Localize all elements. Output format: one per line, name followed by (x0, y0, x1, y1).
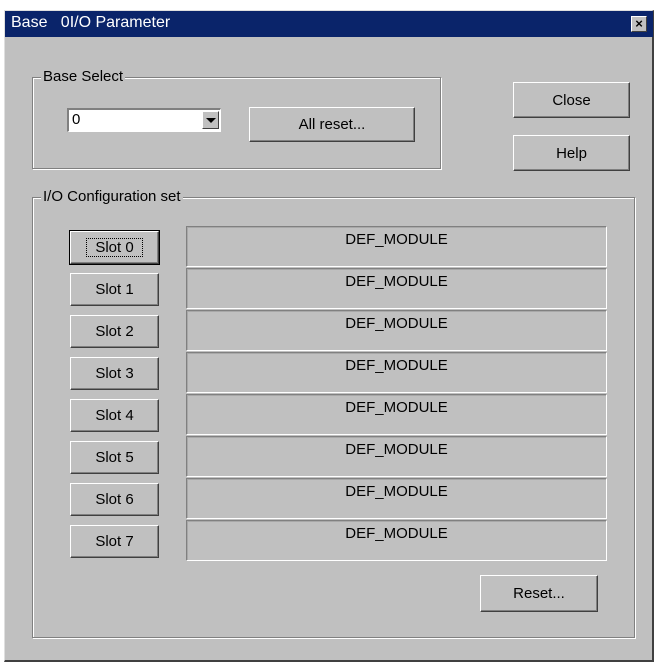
slot-0-module-field: DEF_MODULE (186, 226, 607, 267)
slot-5-button[interactable]: Slot 5 (70, 441, 159, 474)
reset-button[interactable]: Reset... (480, 575, 598, 612)
slot-4-button[interactable]: Slot 4 (70, 399, 159, 432)
slot-1-label: Slot 1 (95, 281, 134, 298)
help-button[interactable]: Help (513, 135, 630, 171)
base-select-dropdown[interactable]: 0 (67, 108, 221, 132)
close-button[interactable]: Close (513, 82, 630, 118)
slot-7-label: Slot 7 (95, 533, 134, 550)
all-reset-button[interactable]: All reset... (249, 107, 415, 142)
slot-3-label: Slot 3 (95, 365, 134, 382)
slot-2-module-field: DEF_MODULE (186, 310, 607, 351)
slot-4-label: Slot 4 (95, 407, 134, 424)
slot-3-button[interactable]: Slot 3 (70, 357, 159, 390)
base-select-label: Base Select (41, 68, 126, 86)
io-configuration-label: I/O Configuration set (41, 188, 183, 206)
window-title: Base 0I/O Parameter (11, 14, 171, 31)
base-select-value: 0 (72, 111, 81, 128)
slot-3-module-field: DEF_MODULE (186, 352, 607, 393)
slot-2-button[interactable]: Slot 2 (70, 315, 159, 348)
slot-6-button[interactable]: Slot 6 (70, 483, 159, 516)
slot-7-button[interactable]: Slot 7 (70, 525, 159, 558)
slot-1-module-field: DEF_MODULE (186, 268, 607, 309)
slot-2-label: Slot 2 (95, 323, 134, 340)
slot-0-label: Slot 0 (86, 238, 143, 257)
dropdown-arrow-icon[interactable] (202, 111, 219, 129)
slot-0-button[interactable]: Slot 0 (69, 230, 160, 265)
slot-1-button[interactable]: Slot 1 (70, 273, 159, 306)
slot-5-label: Slot 5 (95, 449, 134, 466)
slot-5-module-field: DEF_MODULE (186, 436, 607, 477)
title-bar[interactable]: Base 0I/O Parameter × (5, 11, 653, 37)
close-window-icon[interactable]: × (631, 16, 647, 32)
io-parameter-dialog: Base 0I/O Parameter × Base Select 0 All … (4, 10, 654, 662)
slot-4-module-field: DEF_MODULE (186, 394, 607, 435)
slot-6-label: Slot 6 (95, 491, 134, 508)
slot-7-module-field: DEF_MODULE (186, 520, 607, 561)
slot-6-module-field: DEF_MODULE (186, 478, 607, 519)
